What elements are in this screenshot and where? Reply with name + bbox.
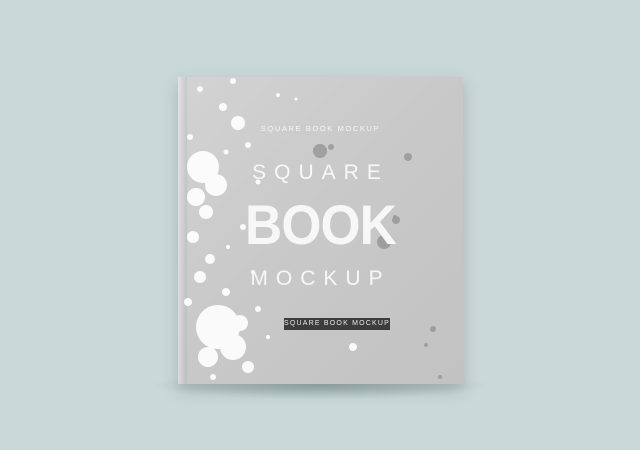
book-cover: SQUARE BOOK MOCKUP SQUARE BOOK MOCKUP SQ… [178,77,463,384]
cover-title-word-mockup: MOCKUP [250,267,391,290]
cover-title-word-book: BOOK [245,193,397,256]
cover-title-word-square: SQUARE [252,161,389,184]
cover-tag-label: SQUARE BOOK MOCKUP [284,318,390,330]
cover-small-title: SQUARE BOOK MOCKUP [260,124,381,133]
